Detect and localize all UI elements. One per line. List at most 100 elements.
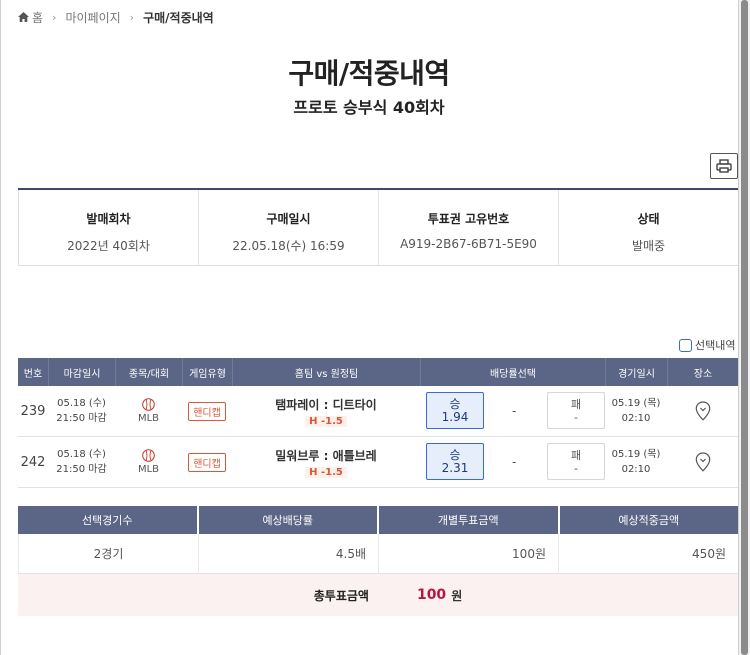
location-pin-icon[interactable]	[695, 401, 711, 421]
total-bet-unit: 원	[451, 588, 463, 603]
summary-row: 2경기 4.5배 100원 450원	[18, 534, 738, 574]
game-teams: 탬파레이 : 디트타이 H -1.5	[232, 386, 420, 436]
summary-col-odds: 예상배당률	[196, 506, 378, 534]
game-type: 핸디캡	[182, 386, 232, 436]
game-venue	[667, 386, 738, 436]
game-venue	[667, 437, 738, 487]
odds-draw: -	[512, 455, 517, 469]
baseball-icon	[142, 449, 155, 462]
table-row: 242 05.18 (수) 21:50 마감 MLB 핸디캡 밀워브루 : 애틀…	[18, 437, 738, 488]
chevron-right-icon: ›	[52, 10, 57, 24]
info-date-label: 구매일시	[266, 212, 311, 226]
info-date: 구매일시 22.05.18(수) 16:59	[198, 190, 378, 265]
info-status-label: 상태	[637, 212, 660, 226]
info-round-label: 발매회차	[86, 212, 131, 226]
odds-lose-label: 패	[570, 448, 582, 462]
breadcrumb-mypage[interactable]: 마이페이지	[65, 9, 120, 26]
total-bet-label: 총투표금액	[313, 588, 369, 603]
summary-bet: 100원	[378, 534, 558, 573]
handicap-value: H -1.5	[305, 466, 347, 478]
col-game-date: 경기일시	[605, 358, 667, 386]
col-number: 번호	[23, 368, 43, 380]
info-ticket-label: 투표권 고유번호	[427, 212, 510, 226]
odds-win-button[interactable]: 승 1.94	[426, 392, 484, 429]
summary-col-payout: 예상적중금액	[557, 506, 739, 534]
total-bet-row: 총투표금액 100 원	[18, 574, 738, 616]
col-teams: 홈팀 vs 원정팀	[232, 358, 420, 386]
breadcrumb-home[interactable]: 홈	[32, 9, 43, 26]
location-pin-icon[interactable]	[695, 452, 711, 472]
total-bet-amount: 100	[416, 587, 447, 603]
col-game-type: 게임유형	[182, 358, 232, 386]
chevron-right-icon: ›	[129, 10, 135, 24]
col-sport: 종목/대회	[115, 358, 182, 386]
game-date-day: 05.19 (목)	[611, 398, 661, 409]
sport-label: MLB	[137, 464, 160, 475]
selected-only-toggle[interactable]: 선택내역	[679, 337, 735, 353]
sport-label: MLB	[137, 413, 160, 424]
odds-lose-button[interactable]: 패 -	[547, 392, 605, 429]
info-round: 발매회차 2022년 40회차	[18, 190, 198, 265]
info-round-value: 2022년 40회차	[67, 239, 150, 253]
game-number: 242	[20, 454, 46, 470]
summary-table: 선택경기수 예상배당률 개별투표금액 예상적중금액 2경기 4.5배 100원 …	[18, 506, 738, 616]
game-date: 05.19 (목) 02:10	[605, 437, 667, 487]
scrollbar[interactable]	[738, 0, 750, 655]
deadline-date: 05.18 (수)	[57, 449, 106, 460]
odds-lose-value: -	[574, 410, 578, 424]
game-sport: MLB	[115, 386, 182, 436]
handicap-value: H -1.5	[305, 415, 347, 427]
col-odds: 배당률선택	[420, 358, 605, 386]
game-odds: 승 2.31 - 패 -	[420, 437, 605, 487]
odds-lose-button[interactable]: 패 -	[547, 443, 605, 480]
summary-payout: 450원	[558, 534, 738, 573]
handicap-badge: 핸디캡	[188, 401, 226, 421]
summary-col-games: 선택경기수	[81, 514, 133, 527]
game-teams: 밀워브루 : 애틀브레 H -1.5	[232, 437, 420, 487]
game-odds: 승 1.94 - 패 -	[420, 386, 605, 436]
games-table: 번호 마감일시 종목/대회 게임유형 홈팀 vs 원정팀 배당률선택 경기일시 …	[18, 358, 738, 488]
game-date-day: 05.19 (목)	[611, 449, 661, 460]
game-deadline: 05.18 (수) 21:50 마감	[48, 437, 115, 487]
deadline-time: 21:50 마감	[56, 413, 107, 424]
info-date-value: 22.05.18(수) 16:59	[232, 239, 345, 253]
game-deadline: 05.18 (수) 21:50 마감	[48, 386, 115, 436]
purchase-info-table: 발매회차 2022년 40회차 구매일시 22.05.18(수) 16:59 투…	[18, 188, 738, 266]
selected-only-label: 선택내역	[695, 339, 736, 352]
info-ticket-value: A919-2B67-6B71-5E90	[400, 237, 537, 251]
odds-lose-value: -	[574, 461, 578, 475]
home-icon[interactable]	[18, 12, 29, 22]
print-button[interactable]	[710, 153, 738, 179]
breadcrumb: 홈 › 마이페이지 › 구매/적중내역	[18, 9, 214, 25]
scrollbar-thumb[interactable]	[741, 0, 748, 655]
games-table-header: 번호 마감일시 종목/대회 게임유형 홈팀 vs 원정팀 배당률선택 경기일시 …	[18, 358, 738, 386]
odds-win-value: 2.31	[441, 460, 469, 475]
info-status: 상태 발매중	[558, 190, 738, 265]
deadline-date: 05.18 (수)	[57, 398, 106, 409]
table-row: 239 05.18 (수) 21:50 마감 MLB 핸디캡 탬파레이 : 디트…	[18, 386, 738, 437]
selected-only-checkbox[interactable]	[679, 338, 692, 352]
col-deadline: 마감일시	[48, 358, 115, 386]
odds-win-label: 승	[449, 396, 461, 411]
team-names: 탬파레이 : 디트타이	[275, 397, 377, 412]
game-sport: MLB	[115, 437, 182, 487]
team-names: 밀워브루 : 애틀브레	[275, 448, 377, 463]
odds-win-button[interactable]: 승 2.31	[426, 443, 484, 480]
odds-win-value: 1.94	[441, 409, 469, 424]
odds-draw: -	[512, 404, 517, 418]
game-number: 239	[20, 403, 46, 419]
summary-header: 선택경기수 예상배당률 개별투표금액 예상적중금액	[18, 506, 738, 534]
baseball-icon	[142, 398, 155, 411]
deadline-time: 21:50 마감	[56, 464, 107, 475]
info-status-value: 발매중	[631, 239, 666, 253]
page-subtitle: 프로토 승부식 40회차	[293, 98, 445, 117]
summary-odds: 4.5배	[198, 534, 378, 573]
game-date: 05.19 (목) 02:10	[605, 386, 667, 436]
page-title: 구매/적중내역	[288, 57, 450, 90]
col-venue: 장소	[667, 358, 738, 386]
game-date-time: 02:10	[621, 413, 651, 424]
info-ticket: 투표권 고유번호 A919-2B67-6B71-5E90	[378, 190, 558, 265]
handicap-badge: 핸디캡	[188, 452, 226, 472]
breadcrumb-current: 구매/적중내역	[143, 10, 214, 25]
odds-lose-label: 패	[570, 397, 582, 411]
